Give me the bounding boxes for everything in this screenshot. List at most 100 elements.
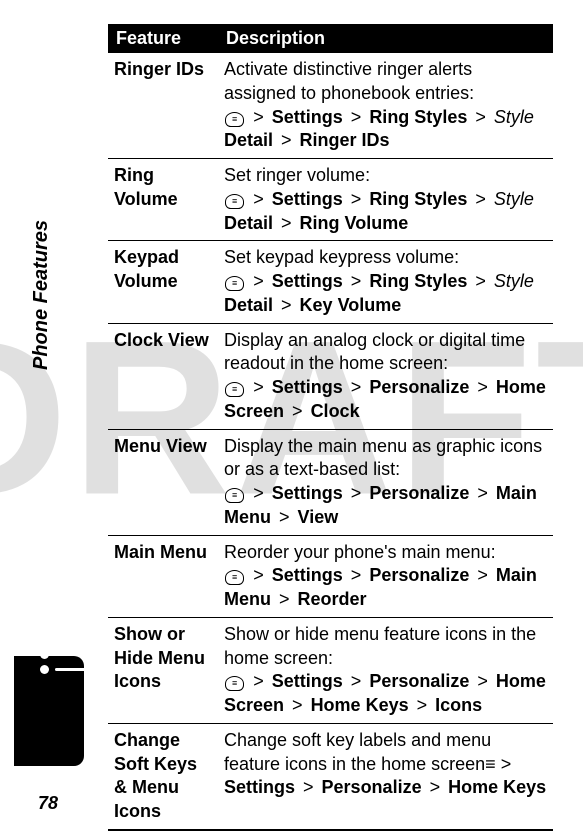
description-text: Display the main menu as graphic icons o… — [224, 436, 542, 480]
menu-key-icon: ≡ — [225, 112, 244, 127]
menu-path-item: Detail — [224, 213, 273, 233]
col-header-description: Description — [218, 24, 553, 53]
menu-path-item: Settings — [272, 671, 343, 691]
table-row: Ringer IDsActivate distinctive ringer al… — [108, 53, 553, 159]
description-text: Change soft key labels and menu feature … — [224, 730, 491, 774]
path-separator: > — [346, 271, 367, 291]
path-separator: > — [248, 271, 269, 291]
path-separator: > — [287, 401, 308, 421]
description-text: Display an analog clock or digital time … — [224, 330, 525, 374]
menu-path-item: Style — [494, 271, 534, 291]
menu-path-item: Ring Styles — [369, 271, 467, 291]
path-separator: > — [274, 589, 295, 609]
menu-key-icon: ≡ — [225, 382, 244, 397]
menu-path-item: Settings — [272, 189, 343, 209]
menu-path-item: Personalize — [369, 377, 469, 397]
menu-key-icon: ≡ — [225, 194, 244, 209]
path-separator: > — [470, 107, 491, 127]
feature-name: Show or Hide Menu Icons — [108, 617, 218, 723]
path-separator: > — [276, 130, 297, 150]
menu-path-item: Ring Styles — [369, 189, 467, 209]
page-number: 78 — [38, 793, 58, 814]
menu-key-icon: ≡ — [225, 570, 244, 585]
menu-path-item: Ring Styles — [369, 107, 467, 127]
table-row: Menu ViewDisplay the main menu as graphi… — [108, 429, 553, 535]
menu-key-icon: ≡ — [225, 676, 244, 691]
feature-description: Reorder your phone's main menu: ≡ > Setti… — [218, 535, 553, 617]
feature-name: Main Menu — [108, 535, 218, 617]
menu-path-item: Personalize — [369, 671, 469, 691]
menu-key-icon: ≡ — [485, 754, 496, 774]
feature-description: Display the main menu as graphic icons o… — [218, 429, 553, 535]
menu-path-item: Settings — [272, 565, 343, 585]
feature-name: Clock View — [108, 323, 218, 429]
col-header-feature: Feature — [108, 24, 218, 53]
path-separator: > — [425, 777, 446, 797]
table-row: Change Soft Keys & Menu IconsChange soft… — [108, 723, 553, 830]
menu-path-item: Personalize — [322, 777, 422, 797]
feature-name: Keypad Volume — [108, 241, 218, 323]
path-separator: > — [298, 777, 319, 797]
table-row: Clock ViewDisplay an analog clock or dig… — [108, 323, 553, 429]
path-separator: > — [287, 695, 308, 715]
content-area: Feature Description Ringer IDsActivate d… — [108, 24, 553, 831]
menu-path-item: Settings — [224, 777, 295, 797]
path-separator: > — [346, 565, 367, 585]
menu-path-item: Settings — [272, 107, 343, 127]
page-container: Feature Description Ringer IDsActivate d… — [0, 0, 583, 836]
menu-path-item: Style — [494, 107, 534, 127]
menu-path-item: Home Keys — [448, 777, 546, 797]
menu-path-item: Clock — [311, 401, 360, 421]
feature-description: Set ringer volume: ≡ > Settings > Ring St… — [218, 159, 553, 241]
description-text: Set keypad keypress volume: — [224, 247, 459, 267]
path-separator: > — [248, 671, 269, 691]
path-separator: > — [346, 107, 367, 127]
description-text: Show or hide menu feature icons in the h… — [224, 624, 536, 668]
menu-path-item: Detail — [224, 295, 273, 315]
thumb-tab-icon — [40, 620, 86, 680]
table-row: Keypad Volume Set keypad keypress volume:… — [108, 241, 553, 323]
menu-path-item: Icons — [435, 695, 482, 715]
path-separator: > — [274, 507, 295, 527]
menu-path-item: Ringer IDs — [300, 130, 390, 150]
menu-path-item: Ring Volume — [300, 213, 409, 233]
path-separator: > — [472, 377, 493, 397]
path-separator: > — [248, 377, 269, 397]
menu-path-item: Personalize — [369, 565, 469, 585]
thumb-tab — [14, 656, 84, 766]
feature-name: Ringer IDs — [108, 53, 218, 159]
path-separator: > — [346, 671, 367, 691]
feature-description: Change soft key labels and menu feature … — [218, 723, 553, 830]
side-section-label: Phone Features — [30, 220, 53, 370]
path-separator: > — [248, 565, 269, 585]
description-text: Activate distinctive ringer alerts assig… — [224, 59, 474, 103]
path-separator: > — [276, 213, 297, 233]
menu-path-item: Settings — [272, 271, 343, 291]
table-row: Show or Hide Menu IconsShow or hide menu… — [108, 617, 553, 723]
feature-table: Feature Description Ringer IDsActivate d… — [108, 24, 553, 831]
path-separator: > — [276, 295, 297, 315]
path-separator: > — [470, 271, 491, 291]
menu-key-icon: ≡ — [225, 488, 244, 503]
menu-path-item: Personalize — [369, 483, 469, 503]
feature-name: Ring Volume — [108, 159, 218, 241]
path-separator: > — [346, 189, 367, 209]
feature-name: Menu View — [108, 429, 218, 535]
path-separator: > — [472, 671, 493, 691]
menu-key-icon: ≡ — [225, 276, 244, 291]
path-separator: > — [346, 483, 367, 503]
path-separator: > — [248, 107, 269, 127]
menu-path-item: Reorder — [298, 589, 367, 609]
feature-description: Show or hide menu feature icons in the h… — [218, 617, 553, 723]
path-separator: > — [470, 189, 491, 209]
feature-description: Activate distinctive ringer alerts assig… — [218, 53, 553, 159]
menu-path-item: View — [298, 507, 339, 527]
description-text: Set ringer volume: — [224, 165, 370, 185]
menu-path-item: Settings — [272, 483, 343, 503]
description-text: Reorder your phone's main menu: — [224, 542, 496, 562]
feature-description: Display an analog clock or digital time … — [218, 323, 553, 429]
path-separator: > — [472, 483, 493, 503]
table-row: Ring Volume Set ringer volume: ≡ > Setting… — [108, 159, 553, 241]
feature-description: Set keypad keypress volume:≡ > Settings … — [218, 241, 553, 323]
menu-path-item: Home Keys — [311, 695, 409, 715]
